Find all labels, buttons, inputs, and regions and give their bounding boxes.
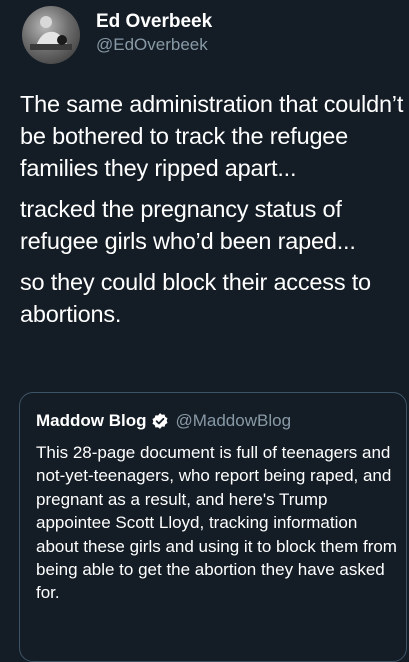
avatar[interactable] — [22, 6, 80, 64]
tweet-text: The same administration that couldn’t be… — [20, 88, 408, 339]
quoted-tweet-card[interactable]: Maddow Blog @MaddowBlog This 28-page doc… — [19, 392, 407, 662]
profile-photo-icon — [30, 16, 72, 50]
quoted-author-handle: @MaddowBlog — [175, 411, 292, 430]
tweet-paragraph: so they could block their access to abor… — [20, 269, 371, 327]
quoted-tweet-header: Maddow Blog @MaddowBlog — [36, 411, 291, 431]
author-handle[interactable]: @EdOverbeek — [96, 34, 212, 56]
tweet-header: Ed Overbeek @EdOverbeek — [22, 6, 212, 64]
author-names: Ed Overbeek @EdOverbeek — [96, 10, 212, 56]
quoted-tweet-text: This 28-page document is full of teenage… — [36, 443, 397, 603]
tweet-paragraph: tracked the pregnancy status of refugee … — [20, 196, 356, 254]
quoted-author-name: Maddow Blog — [36, 411, 147, 430]
verified-badge-icon — [152, 413, 168, 429]
author-display-name[interactable]: Ed Overbeek — [96, 10, 212, 34]
tweet-paragraph: The same administration that couldn’t be… — [20, 91, 404, 181]
